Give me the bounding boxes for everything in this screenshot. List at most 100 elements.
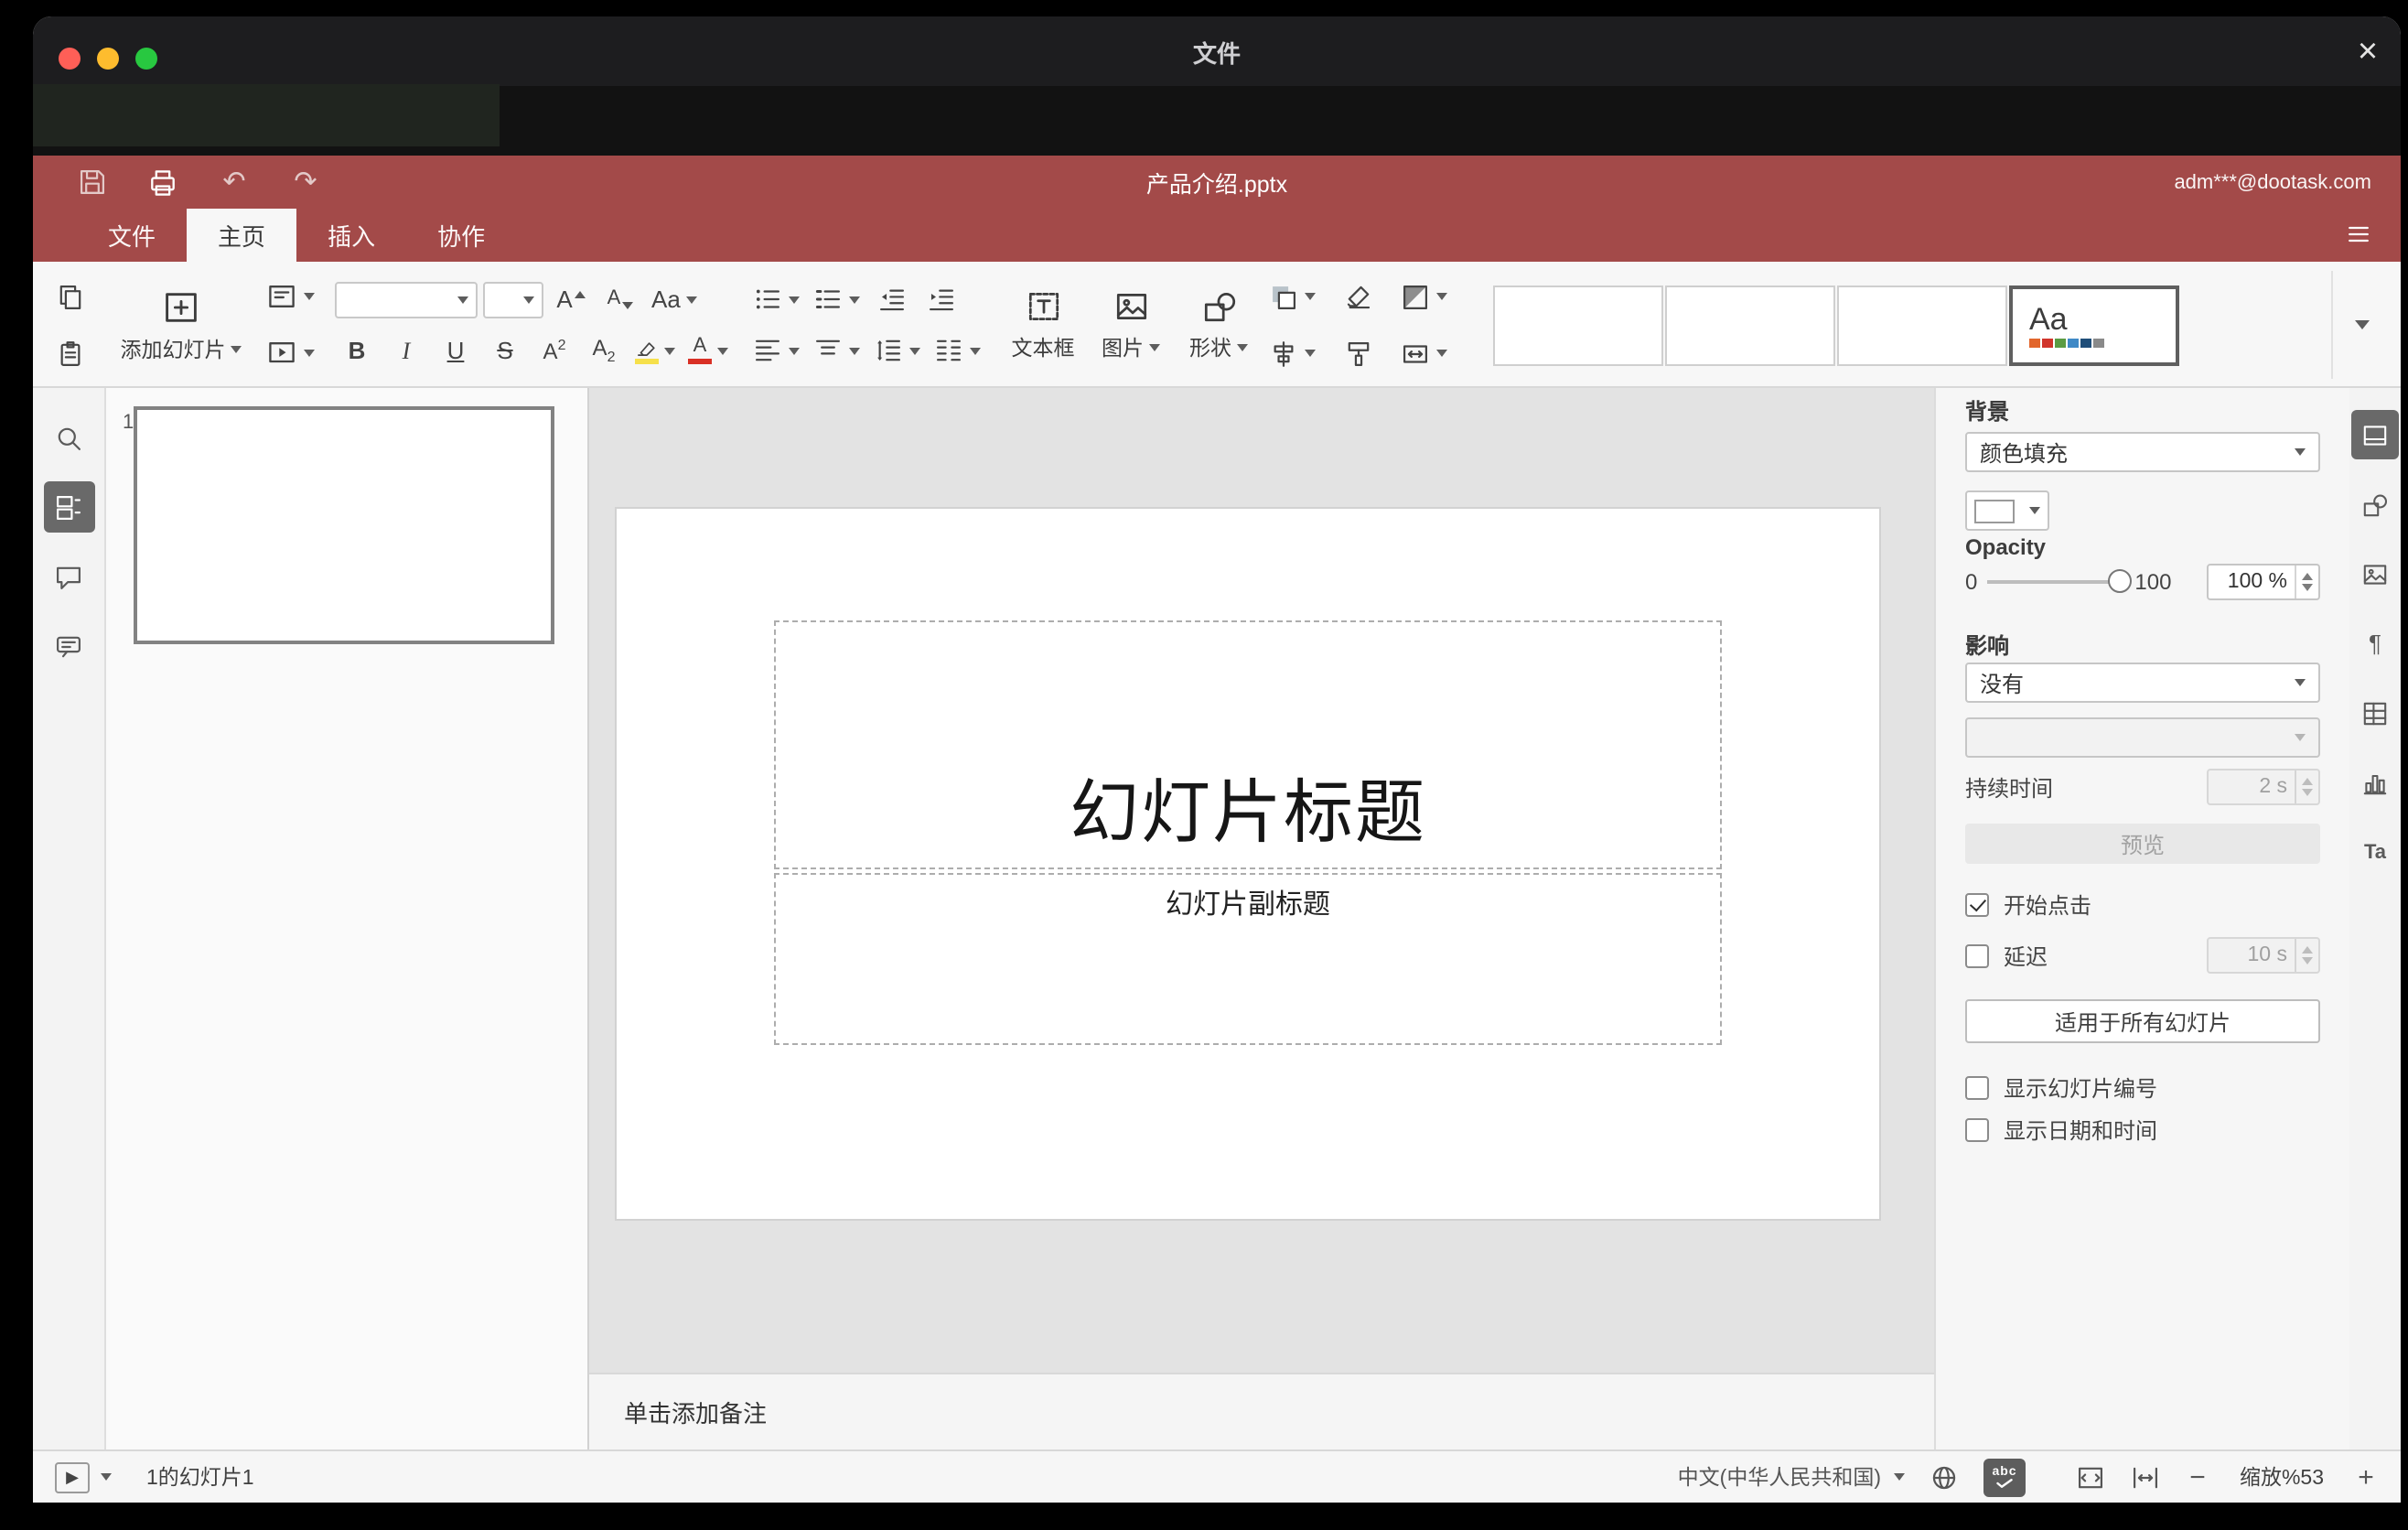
delay-checkbox[interactable] xyxy=(1965,943,1989,967)
strikeout-button[interactable]: S xyxy=(483,329,527,372)
show-date-time-checkbox[interactable] xyxy=(1965,1117,1989,1141)
shape-settings-icon[interactable] xyxy=(2351,479,2399,529)
slide-settings-icon[interactable] xyxy=(2351,410,2399,459)
chart-settings-icon[interactable] xyxy=(2351,758,2399,807)
effect-select[interactable]: 没有 xyxy=(1965,663,2320,703)
fit-slide-icon[interactable] xyxy=(2075,1461,2106,1492)
zoom-out-button[interactable]: − xyxy=(2185,1463,2210,1491)
show-date-time-row: 显示日期和时间 xyxy=(1965,1115,2320,1144)
columns-button[interactable] xyxy=(930,329,984,372)
fit-width-icon[interactable] xyxy=(2130,1461,2161,1492)
theme-gallery-expand-button[interactable] xyxy=(2331,271,2386,379)
delay-input: 10 s xyxy=(2207,937,2320,974)
background-color-chip xyxy=(1974,499,2015,523)
subtitle-placeholder[interactable]: 幻灯片副标题 xyxy=(774,873,1722,1045)
slide-thumbnail[interactable] xyxy=(134,406,554,644)
vertical-align-button[interactable] xyxy=(809,329,864,372)
zoom-in-button[interactable]: + xyxy=(2353,1463,2379,1491)
menu-icon[interactable] xyxy=(2338,216,2379,253)
chat-icon[interactable] xyxy=(43,620,94,672)
opacity-spin-up-icon[interactable] xyxy=(2302,573,2313,580)
line-spacing-button[interactable] xyxy=(869,329,924,372)
show-slide-number-label: 显示幻灯片编号 xyxy=(2004,1075,2158,1101)
insert-shape-label: 形状 xyxy=(1189,339,1231,361)
decrease-font-size-button[interactable]: A xyxy=(598,277,642,321)
tab-insert[interactable]: 插入 xyxy=(296,209,406,262)
bold-button[interactable]: B xyxy=(335,329,379,372)
bullets-button[interactable] xyxy=(748,277,803,321)
paste-button[interactable] xyxy=(48,331,91,375)
highlight-color-button[interactable] xyxy=(631,329,679,372)
macos-titlebar: 文件 xyxy=(33,16,2401,86)
decrease-indent-button[interactable] xyxy=(869,277,913,321)
start-slideshow-status-button[interactable]: ▶ xyxy=(55,1461,112,1492)
slide-thumbnail-panel: 1 xyxy=(106,388,589,1449)
language-select[interactable]: 中文(中华人民共和国) xyxy=(1678,1462,1905,1492)
search-icon[interactable] xyxy=(43,412,94,463)
notes-area[interactable]: 单击添加备注 xyxy=(589,1373,1934,1449)
table-settings-icon[interactable] xyxy=(2351,688,2399,738)
opacity-spin-down-icon[interactable] xyxy=(2302,584,2313,591)
editing-area: 幻灯片标题 幻灯片副标题 单击添加备注 xyxy=(589,388,1934,1449)
app-window: 文件 × ↶ ↷ 产品介绍.pptx adm***@dootask.com 文件… xyxy=(33,16,2401,1503)
theme-option-1[interactable] xyxy=(1493,285,1663,365)
background-fill-select[interactable]: 颜色填充 xyxy=(1965,432,2320,472)
add-slide-label: 添加幻灯片 xyxy=(120,339,226,361)
background-window-fragment xyxy=(33,84,500,146)
underline-button[interactable]: U xyxy=(434,329,478,372)
copy-button[interactable] xyxy=(48,275,91,318)
increase-indent-button[interactable] xyxy=(919,277,962,321)
font-name-select[interactable] xyxy=(335,281,478,318)
increase-font-size-button[interactable]: A xyxy=(549,277,593,321)
background-color-picker[interactable] xyxy=(1965,490,2049,531)
theme-option-2[interactable] xyxy=(1665,285,1835,365)
text-art-settings-icon[interactable]: Ta xyxy=(2351,827,2399,877)
slide-size-button[interactable] xyxy=(1396,331,1451,375)
close-icon[interactable]: × xyxy=(2346,31,2390,75)
globe-icon[interactable] xyxy=(1929,1461,1960,1492)
font-size-select[interactable] xyxy=(483,281,543,318)
paragraph-settings-icon[interactable]: ¶ xyxy=(2351,619,2399,668)
slide-canvas[interactable]: 幻灯片标题 幻灯片副标题 xyxy=(617,509,1879,1219)
editor-header-top: ↶ ↷ 产品介绍.pptx adm***@dootask.com xyxy=(33,156,2401,209)
change-case-button[interactable]: Aa xyxy=(648,277,701,321)
numbering-button[interactable] xyxy=(809,277,864,321)
title-placeholder[interactable]: 幻灯片标题 xyxy=(774,620,1722,869)
insert-image-button[interactable]: 图片 xyxy=(1089,271,1173,379)
arrange-shapes-button[interactable] xyxy=(1264,275,1319,318)
change-layout-button[interactable] xyxy=(262,275,318,318)
tab-file[interactable]: 文件 xyxy=(77,209,187,262)
align-shapes-button[interactable] xyxy=(1264,331,1319,375)
spellcheck-button[interactable]: abc xyxy=(1983,1458,2026,1496)
insert-textbox-label: 文本框 xyxy=(1011,339,1075,361)
subscript-button[interactable]: A2 xyxy=(582,329,626,372)
copy-style-button[interactable] xyxy=(1336,331,1380,375)
insert-image-label: 图片 xyxy=(1102,339,1144,361)
image-settings-icon[interactable] xyxy=(2351,549,2399,598)
italic-button[interactable]: I xyxy=(384,329,428,372)
opacity-slider[interactable] xyxy=(1986,569,2132,595)
clear-style-button[interactable] xyxy=(1336,275,1380,318)
apply-to-all-slides-button[interactable]: 适用于所有幻灯片 xyxy=(1965,999,2320,1043)
tab-collaboration[interactable]: 协作 xyxy=(406,209,516,262)
tab-home[interactable]: 主页 xyxy=(187,209,297,262)
slide-background-fill-button[interactable] xyxy=(1396,275,1451,318)
opacity-input[interactable]: 100 % xyxy=(2207,564,2320,600)
add-slide-button[interactable]: 添加幻灯片 xyxy=(108,271,254,379)
comments-icon[interactable] xyxy=(43,551,94,602)
theme-option-3[interactable] xyxy=(1837,285,2007,365)
insert-shape-button[interactable]: 形状 xyxy=(1177,271,1261,379)
font-color-button[interactable]: A xyxy=(684,329,732,372)
right-sidebar: ¶ Ta xyxy=(2349,388,2401,1449)
show-slide-number-row: 显示幻灯片编号 xyxy=(1965,1072,2320,1102)
horizontal-align-button[interactable] xyxy=(748,329,803,372)
theme-option-selected[interactable]: Aa xyxy=(2009,285,2179,365)
superscript-button[interactable]: A2 xyxy=(532,329,576,372)
preview-button[interactable]: 预览 xyxy=(1965,824,2320,864)
start-slideshow-button[interactable] xyxy=(262,331,318,375)
insert-textbox-button[interactable]: 文本框 xyxy=(1001,271,1085,379)
show-slide-number-checkbox[interactable] xyxy=(1965,1075,1989,1099)
slides-panel-icon[interactable] xyxy=(43,481,94,533)
opacity-slider-knob[interactable] xyxy=(2107,569,2132,593)
start-on-click-checkbox[interactable] xyxy=(1965,892,1989,916)
